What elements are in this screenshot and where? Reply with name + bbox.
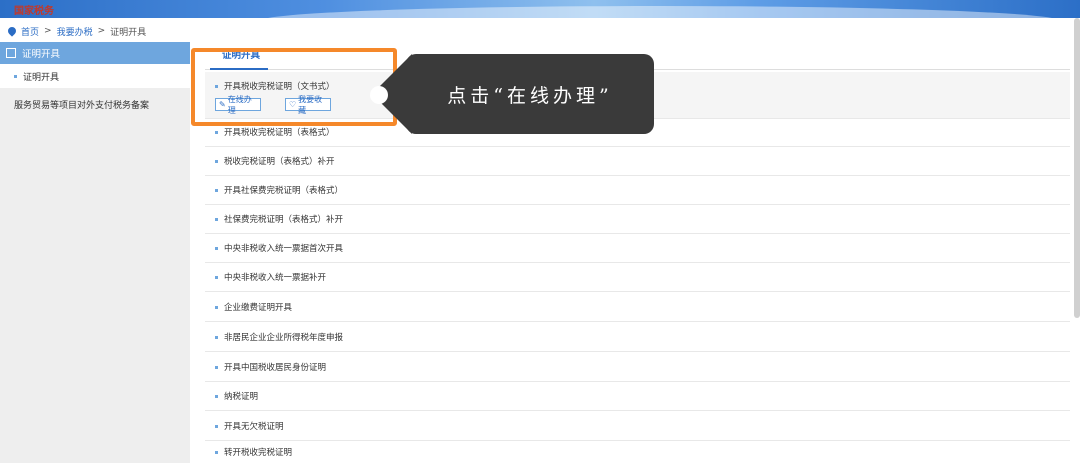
- list-item[interactable]: 中央非税收入统一票据首次开具: [205, 234, 1070, 263]
- bullet-icon: [215, 335, 218, 339]
- sidebar-item-foreign-payment[interactable]: 服务贸易等项目对外支付税务备案: [0, 88, 190, 120]
- list-item[interactable]: 开具社保费完税证明（表格式）: [205, 176, 1070, 205]
- list-item-label: 中央非税收入统一票据首次开具: [224, 244, 344, 254]
- bullet-icon: [215, 217, 218, 221]
- sidebar-item-certificate[interactable]: 证明开具: [0, 64, 190, 88]
- sidebar-header[interactable]: 证明开具: [0, 42, 190, 64]
- list-item-label: 开具社保费完税证明（表格式）: [224, 186, 344, 196]
- list-item-label: 非居民企业企业所得税年度申报: [224, 333, 344, 343]
- bullet-icon: [215, 130, 218, 134]
- list-item[interactable]: 企业缴费证明开具: [205, 293, 1070, 322]
- banner-wave: [260, 6, 1060, 18]
- list-item[interactable]: 纳税证明: [205, 382, 1070, 411]
- bullet-icon: [215, 246, 218, 250]
- list-item-label: 企业缴费证明开具: [224, 303, 293, 313]
- list-item-label: 开具中国税收居民身份证明: [224, 363, 327, 373]
- sidebar: 证明开具 证明开具 服务贸易等项目对外支付税务备案: [0, 42, 190, 463]
- bullet-icon: [215, 305, 218, 309]
- sidebar-header-label: 证明开具: [22, 49, 61, 60]
- list-item[interactable]: 税收完税证明（表格式）补开: [205, 147, 1070, 176]
- callout-tooltip: 点击“在线办理”: [406, 54, 654, 134]
- breadcrumb: 首页 > 我要办税 > 证明开具: [6, 24, 147, 38]
- list-item-label: 中央非税收入统一票据补开: [224, 273, 327, 283]
- callout-text: 点击“在线办理”: [447, 84, 613, 107]
- list-item-label: 开具无欠税证明: [224, 422, 284, 432]
- list-item-label: 转开税收完税证明: [224, 448, 293, 458]
- bullet-icon: [14, 74, 17, 78]
- sidebar-item-label: 证明开具: [23, 72, 60, 83]
- bullet-icon: [215, 365, 218, 369]
- bullet-icon: [215, 394, 218, 398]
- breadcrumb-sep: >: [97, 26, 106, 36]
- sidebar-item-label: 服务贸易等项目对外支付税务备案: [14, 100, 150, 111]
- bullet-icon: [215, 450, 218, 454]
- breadcrumb-home[interactable]: 首页: [21, 25, 39, 38]
- list-item-label: 纳税证明: [224, 392, 259, 402]
- callout-dot: [370, 86, 388, 104]
- list-item[interactable]: 开具无欠税证明: [205, 412, 1070, 441]
- top-banner: 国家税务: [0, 0, 1080, 18]
- location-pin-icon: [6, 25, 18, 37]
- list-item[interactable]: 非居民企业企业所得税年度申报: [205, 323, 1070, 352]
- bullet-icon: [215, 275, 218, 279]
- breadcrumb-my-tax[interactable]: 我要办税: [57, 25, 93, 38]
- scrollbar[interactable]: [1074, 18, 1080, 318]
- breadcrumb-sep: >: [44, 26, 52, 36]
- list-item-label: 开具税收完税证明（表格式）: [224, 128, 335, 138]
- breadcrumb-current: 证明开具: [110, 27, 147, 38]
- list-item[interactable]: 中央非税收入统一票据补开: [205, 263, 1070, 292]
- bullet-icon: [215, 188, 218, 192]
- list-item-label: 社保费完税证明（表格式）补开: [224, 215, 344, 225]
- bullet-icon: [215, 424, 218, 428]
- list-item[interactable]: 开具中国税收居民身份证明: [205, 353, 1070, 382]
- list-item[interactable]: 社保费完税证明（表格式）补开: [205, 205, 1070, 234]
- document-icon: [6, 48, 16, 58]
- bullet-icon: [215, 159, 218, 163]
- site-logo: 国家税务: [14, 6, 54, 17]
- highlight-box: [191, 48, 397, 126]
- list-item-label: 税收完税证明（表格式）补开: [224, 157, 335, 167]
- list-item[interactable]: 转开税收完税证明: [205, 441, 1070, 463]
